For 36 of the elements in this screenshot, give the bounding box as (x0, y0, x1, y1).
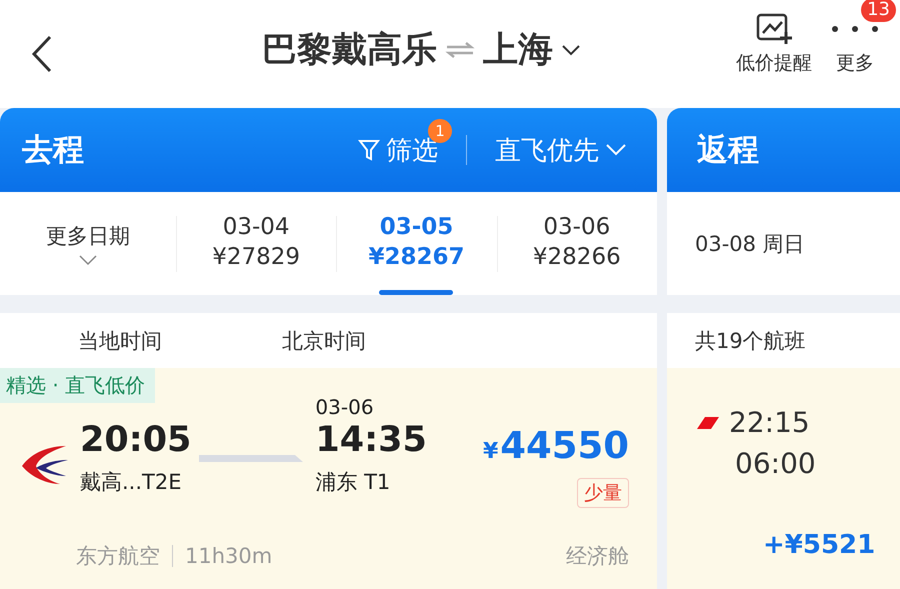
filter-icon (358, 138, 380, 162)
more-dates-button[interactable]: 更多日期 (0, 192, 176, 295)
return-title: 返程 (697, 131, 759, 170)
destination-city: 上海 (483, 29, 553, 72)
header-action-button[interactable]: 低价提醒 (736, 12, 812, 76)
price-difference: +¥5521 (763, 530, 876, 560)
column-header: 北京时间 (282, 328, 366, 354)
chevron-down-icon[interactable] (561, 44, 581, 56)
chart-plus-icon (755, 12, 793, 46)
chevron-down-icon (78, 254, 98, 266)
more-icon (832, 26, 878, 32)
notification-badge: 13 (861, 0, 896, 22)
return-flight-card[interactable]: 22:15 06:00 +¥5521 (667, 368, 900, 589)
flight-price: ¥44550 (482, 424, 629, 469)
arrival-airport: 浦东 T1 (315, 469, 392, 496)
return-date-button[interactable]: 03-08 周日 (667, 230, 805, 258)
recommendation-tag: 精选 · 直飞低价 (0, 368, 156, 403)
return-departure-time: 22:15 (729, 406, 810, 439)
flight-count: 共19个航班 (695, 328, 806, 354)
origin-city: 巴黎戴高乐 (262, 29, 437, 72)
chevron-down-icon (605, 143, 627, 157)
column-header: 当地时间 (78, 328, 162, 354)
back-icon[interactable] (30, 34, 54, 74)
flight-duration: 11h30m (185, 544, 272, 568)
departure-time: 20:05 (80, 419, 192, 462)
stock-label: 少量 (577, 478, 629, 508)
departure-airport: 戴高...T2E (80, 469, 182, 496)
sort-dropdown[interactable]: 直飞优先 (495, 132, 627, 168)
outbound-title: 去程 (22, 131, 84, 170)
airline-logo-icon (697, 414, 719, 430)
return-arrival-time: 06:00 (735, 447, 817, 480)
arrival-time: 14:35 (315, 419, 427, 462)
cabin-class: 经济舱 (566, 543, 629, 570)
flight-card[interactable]: 精选 · 直飞低价 20:05 戴高...T2E 03-06 14:35 浦东 T1 ¥44550 少量 东方航空 11h30m 经济舱 (0, 368, 657, 589)
airline-name: 东方航空 (76, 543, 160, 570)
arrival-date: 03-06 (315, 396, 375, 418)
